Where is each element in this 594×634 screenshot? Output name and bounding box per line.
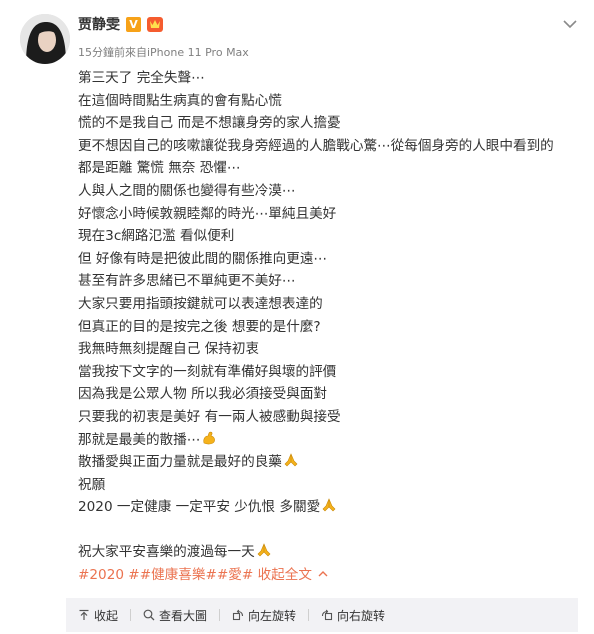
post-text: 第三天了 完全失聲⋯ 在這個時間點生病真的會有點心慌 慌的不是我自己 而是不想讓… (78, 67, 578, 587)
folded-hands-emoji (284, 453, 298, 467)
post-line-with-emoji: 那就是最美的散播⋯ (78, 429, 578, 452)
post-line: 當我按下文字的一刻就有準備好與壞的評價 (78, 363, 337, 380)
arrow-up-icon (79, 609, 89, 620)
tags-row: #2020 ##健康喜樂##愛# 收起全文 (78, 564, 578, 587)
post-line: 大家只要用指頭按鍵就可以表達想表達的 (78, 295, 323, 312)
post-line-text: 那就是最美的散播⋯ (78, 431, 201, 448)
rotate-right-icon (321, 609, 333, 621)
post-line: 因為我是公眾人物 所以我必須接受與面對 (78, 386, 328, 403)
search-icon (143, 609, 155, 621)
rotate-left-label: 向左旋转 (248, 608, 297, 623)
chevron-up-icon (318, 571, 328, 577)
post-meta[interactable]: 15分鐘前來自iPhone 11 Pro Max (78, 44, 249, 60)
flexed-bicep-emoji (203, 431, 216, 444)
rotate-left-icon (232, 609, 244, 621)
post-line-blank (78, 519, 578, 542)
more-chevron-icon[interactable] (562, 16, 578, 30)
post-line-with-emoji: 祝大家平安喜樂的渡過每一天 (78, 541, 578, 564)
rotate-left-button[interactable]: 向左旋转 (220, 607, 308, 624)
post-line: 但真正的目的是按完之後 想要的是什麼? (78, 318, 321, 335)
post-line: 但 好像有時是把彼此間的關係推向更遠⋯ (78, 250, 328, 267)
post-line-with-emoji: 散播愛與正面力量就是最好的良藥 (78, 451, 578, 474)
view-large-image-button[interactable]: 查看大圖 (131, 607, 219, 624)
post-line: 我無時無刻提醒自己 保持初衷 (78, 341, 260, 358)
view-large-image-label: 查看大圖 (159, 608, 208, 623)
post-line: 好懷念小時候敦親睦鄰的時光⋯單純且美好 (78, 205, 337, 222)
post-line: 只要我的初衷是美好 有一兩人被感動與接受 (78, 408, 341, 425)
post-line: 慌的不是我自己 而是不想讓身旁的家人擔憂 (78, 115, 341, 132)
post-line: 人與人之間的關係也變得有些冷漠⋯ (78, 182, 296, 199)
collapse-full-text-link[interactable]: 收起全文 (258, 567, 328, 583)
author-row: 贾静雯 V (78, 12, 163, 36)
avatar[interactable] (20, 14, 70, 64)
topic-tags-link[interactable]: #2020 ##健康喜樂##愛# (78, 567, 253, 583)
author-name[interactable]: 贾静雯 (78, 14, 120, 34)
weibo-post-card: 贾静雯 V 15分鐘前來自iPhone 11 Pro Max 第三天了 完全失聲… (0, 0, 594, 634)
post-line-text: 祝大家平安喜樂的渡過每一天 (78, 544, 255, 561)
post-line: 祝願 (78, 476, 106, 493)
rotate-right-button[interactable]: 向右旋转 (309, 607, 397, 624)
image-toolbar: 收起 查看大圖 向左旋转 向右旋转 (66, 598, 578, 632)
folded-hands-emoji (257, 543, 271, 557)
post-line: 在這個時間點生病真的會有點心慌 (78, 92, 282, 109)
folded-hands-emoji (322, 498, 336, 512)
verified-v-icon: V (126, 16, 141, 32)
post-line-with-emoji: 2020 一定健康 一定平安 少仇恨 多關愛 (78, 496, 578, 519)
member-badge-icon[interactable] (147, 16, 163, 32)
collapse-label: 收起 (94, 608, 119, 623)
collapse-button[interactable]: 收起 (66, 607, 130, 624)
post-line: 甚至有許多思緒已不單純更不美好⋯ (78, 273, 296, 290)
post-line: 第三天了 完全失聲⋯ (78, 70, 205, 86)
post-line: 都是距離 驚慌 無奈 恐懼⋯ (78, 160, 241, 177)
post-line: 更不想因自己的咳嗽讓從我身旁經過的人膽戰心驚⋯從每個身旁的人眼中看到的 (78, 137, 554, 154)
post-line: 現在3c網路氾濫 看似便利 (78, 228, 235, 245)
post-line-text: 散播愛與正面力量就是最好的良藥 (78, 454, 282, 471)
post-line-text: 2020 一定健康 一定平安 少仇恨 多關愛 (78, 499, 321, 516)
collapse-full-text-label: 收起全文 (257, 567, 312, 584)
rotate-right-label: 向右旋转 (337, 608, 386, 623)
